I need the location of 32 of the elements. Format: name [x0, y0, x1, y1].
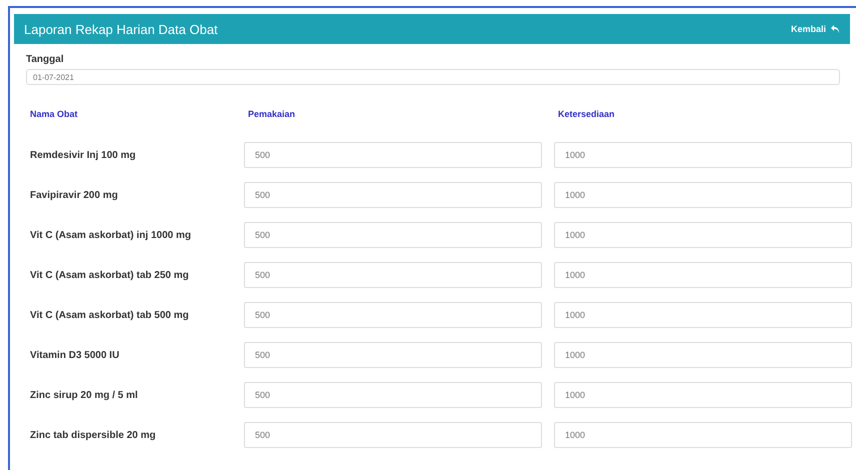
medicine-name: Remdesivir Inj 100 mg: [29, 148, 137, 162]
stock-field[interactable]: 1000: [554, 262, 852, 288]
stock-field[interactable]: 1000: [554, 222, 852, 248]
page-title: Laporan Rekap Harian Data Obat: [24, 22, 218, 36]
back-link[interactable]: Kembali: [790, 24, 840, 34]
stock-field[interactable]: 1000: [554, 302, 852, 328]
medicine-name: Vit C (Asam askorbat) tab 250 mg: [29, 268, 190, 282]
usage-field[interactable]: 500: [244, 302, 542, 328]
stock-field[interactable]: 1000: [554, 182, 852, 208]
medicine-name: Zinc tab dispersible 20 mg: [29, 428, 157, 442]
usage-field[interactable]: 500: [244, 222, 542, 248]
date-label: Tanggal: [26, 54, 65, 65]
usage-field[interactable]: 500: [244, 142, 542, 168]
column-header: Ketersediaan: [557, 108, 616, 121]
stock-field[interactable]: 1000: [554, 382, 852, 408]
column-header: Nama Obat: [29, 108, 79, 121]
usage-field[interactable]: 500: [244, 342, 542, 368]
medicine-name: Vit C (Asam askorbat) inj 1000 mg: [29, 228, 192, 242]
stock-field[interactable]: 1000: [554, 142, 852, 168]
stock-field[interactable]: 1000: [554, 342, 852, 368]
usage-field[interactable]: 500: [244, 422, 542, 448]
usage-field[interactable]: 500: [244, 262, 542, 288]
usage-field[interactable]: 500: [244, 382, 542, 408]
column-header: Pemakaian: [247, 108, 296, 121]
undo-icon: [831, 25, 840, 33]
medicine-name: Favipiravir 200 mg: [29, 188, 119, 202]
usage-field[interactable]: 500: [244, 182, 542, 208]
medicine-name: Zinc sirup 20 mg / 5 ml: [29, 388, 139, 402]
medicine-name: Vit C (Asam askorbat) tab 500 mg: [29, 308, 190, 322]
date-field[interactable]: 01-07-2021: [26, 69, 840, 85]
medicine-name: Vitamin D3 5000 IU: [29, 348, 120, 362]
stock-field[interactable]: 1000: [554, 422, 852, 448]
